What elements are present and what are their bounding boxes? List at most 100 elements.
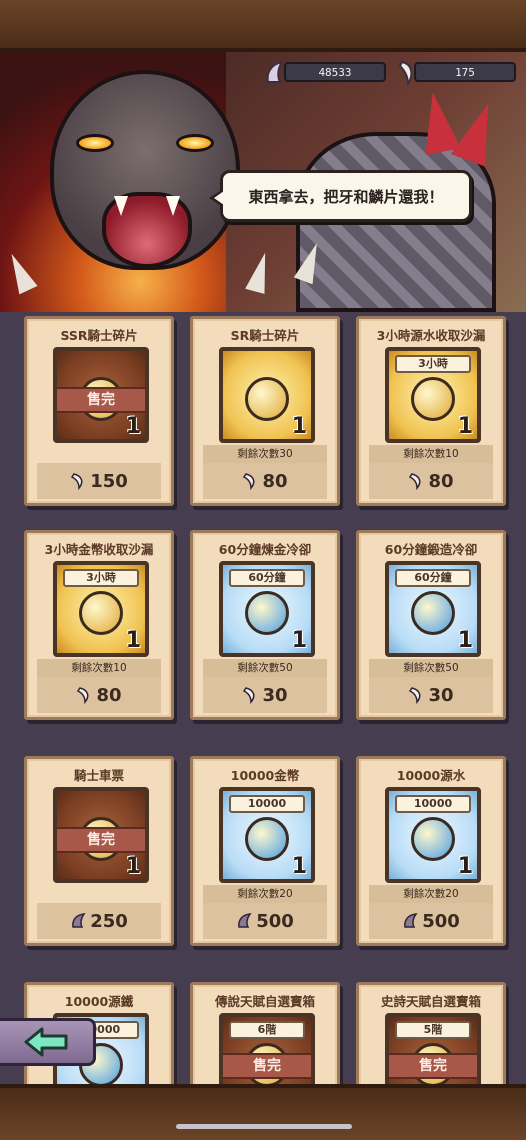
remaining-count: 剩餘次數10 <box>369 445 493 463</box>
item-quantity: 1 <box>291 414 307 439</box>
item-quantity: 1 <box>291 854 307 879</box>
price-value: 80 <box>262 470 288 492</box>
shop-item-card[interactable]: SSR騎士碎片 1 售完 150 <box>24 316 174 506</box>
shop-item-card[interactable]: 騎士車票 1 售完 250 <box>24 756 174 946</box>
item-quantity: 1 <box>457 414 473 439</box>
item-tag: 10000 <box>395 795 471 813</box>
price-tag[interactable]: 500 <box>203 903 327 939</box>
remaining-count: 剩餘次數20 <box>369 885 493 903</box>
gold-coin-icon: 10000 1 <box>219 787 315 883</box>
shop-item-card[interactable]: SR騎士碎片 1 剩餘次數30 80 <box>190 316 340 506</box>
dragon-tooth-icon <box>243 687 255 704</box>
item-quantity: 1 <box>291 628 307 653</box>
shop-item-card[interactable]: 10000金幣 10000 1 剩餘次數20 500 <box>190 756 340 946</box>
item-graphic <box>245 591 289 635</box>
scale-currency-display: 48533 <box>284 62 386 82</box>
item-tag: 60分鐘 <box>229 569 305 587</box>
price-value: 80 <box>428 470 454 492</box>
item-title: 3小時金幣收取沙漏 <box>44 542 154 557</box>
remaining-count: 剩餘次數50 <box>203 659 327 677</box>
sold-out-banner: 售完 <box>389 1053 477 1079</box>
price-tag[interactable]: 250 <box>37 903 161 939</box>
dragon-scale-icon <box>266 60 285 83</box>
dragon-head <box>50 70 240 270</box>
knight-ticket-icon: 1 售完 <box>53 787 149 883</box>
item-title: 10000源鐵 <box>64 994 134 1009</box>
item-graphic <box>411 377 455 421</box>
item-title: 10000源水 <box>396 768 466 783</box>
item-title: 傳說天賦自選寶箱 <box>214 994 315 1009</box>
item-graphic <box>245 377 289 421</box>
dragon-tooth-icon <box>409 687 421 704</box>
price-tag[interactable]: 80 <box>203 463 327 499</box>
back-button[interactable] <box>0 1018 96 1066</box>
price-value: 150 <box>90 470 128 492</box>
item-title: 60分鐘鍛造冷卻 <box>384 542 478 557</box>
water-hourglass-icon: 3小時 1 <box>385 347 481 443</box>
remaining-count: 剩餘次數30 <box>203 445 327 463</box>
remaining-count: 剩餘次數50 <box>369 659 493 677</box>
price-value: 500 <box>422 910 460 932</box>
dragon-scale-icon <box>238 913 252 928</box>
dragon-banner: 東西拿去，把牙和鱗片還我！ <box>0 52 526 312</box>
price-tag[interactable]: 80 <box>37 677 161 713</box>
item-graphic <box>79 591 123 635</box>
home-indicator[interactable] <box>176 1124 352 1129</box>
item-title: 史詩天賦自選寶箱 <box>380 994 481 1009</box>
dragon-scale-icon <box>72 913 86 928</box>
shop-item-card[interactable]: 60分鐘鍛造冷卻 60分鐘 1 剩餘次數50 30 <box>356 530 506 720</box>
item-title: 3小時源水收取沙漏 <box>376 328 486 343</box>
back-arrow-icon <box>24 1027 67 1057</box>
price-value: 250 <box>90 910 128 932</box>
dragon-tooth-icon <box>77 687 89 704</box>
item-quantity: 1 <box>457 854 473 879</box>
dragon-eye-right <box>176 134 214 152</box>
dragon-mouth <box>102 192 192 268</box>
dragon-tooth-icon <box>409 473 421 490</box>
item-tag: 60分鐘 <box>395 569 471 587</box>
item-quantity: 1 <box>125 628 141 653</box>
price-tag[interactable]: 30 <box>203 677 327 713</box>
sold-out-banner: 售完 <box>57 827 145 853</box>
shop-item-card[interactable]: 10000源水 10000 1 剩餘次數20 500 <box>356 756 506 946</box>
item-quantity: 1 <box>457 628 473 653</box>
sold-out-banner: 售完 <box>57 387 145 413</box>
sold-out-banner: 售完 <box>223 1053 311 1079</box>
shop-item-card[interactable]: 3小時金幣收取沙漏 3小時 1 剩餘次數10 80 <box>24 530 174 720</box>
alchemy-clock-icon: 60分鐘 1 <box>219 561 315 657</box>
price-tag[interactable]: 80 <box>369 463 493 499</box>
price-tag[interactable]: 30 <box>369 677 493 713</box>
shop-item-card[interactable]: 60分鐘煉金冷卻 60分鐘 1 剩餘次數50 30 <box>190 530 340 720</box>
price-tag[interactable]: 500 <box>369 903 493 939</box>
puzzle-piece-icon: 1 <box>219 347 315 443</box>
item-tag: 5階 <box>395 1021 471 1039</box>
dragon-tooth-icon <box>71 473 83 490</box>
dragon-claw <box>2 249 38 295</box>
item-title: 10000金幣 <box>230 768 300 783</box>
item-graphic <box>411 591 455 635</box>
item-title: SR騎士碎片 <box>230 328 300 343</box>
item-title: 60分鐘煉金冷卻 <box>218 542 312 557</box>
knight-shard-icon: 1 售完 <box>53 347 149 443</box>
tooth-currency-display: 175 <box>414 62 516 82</box>
top-wood-frame <box>0 0 526 52</box>
price-value: 30 <box>428 684 454 706</box>
dragon-eye-left <box>76 134 114 152</box>
remaining-count: 剩餘次數10 <box>37 659 161 677</box>
item-quantity: 1 <box>125 414 141 439</box>
water-drop-icon: 10000 1 <box>385 787 481 883</box>
price-tag[interactable]: 150 <box>37 463 161 499</box>
dragon-scale-icon <box>404 913 418 928</box>
dragon-speech-bubble: 東西拿去，把牙和鱗片還我！ <box>209 170 472 222</box>
coin-hourglass-icon: 3小時 1 <box>53 561 149 657</box>
item-title: 騎士車票 <box>73 768 124 783</box>
shop-item-card[interactable]: 3小時源水收取沙漏 3小時 1 剩餘次數10 80 <box>356 316 506 506</box>
item-tag: 10000 <box>229 795 305 813</box>
forge-clock-icon: 60分鐘 1 <box>385 561 481 657</box>
remaining-count: 剩餘次數20 <box>203 885 327 903</box>
item-tag: 6階 <box>229 1021 305 1039</box>
item-quantity: 1 <box>125 854 141 879</box>
price-value: 30 <box>262 684 288 706</box>
bottom-wood-frame <box>0 1084 526 1140</box>
item-graphic <box>245 817 289 861</box>
